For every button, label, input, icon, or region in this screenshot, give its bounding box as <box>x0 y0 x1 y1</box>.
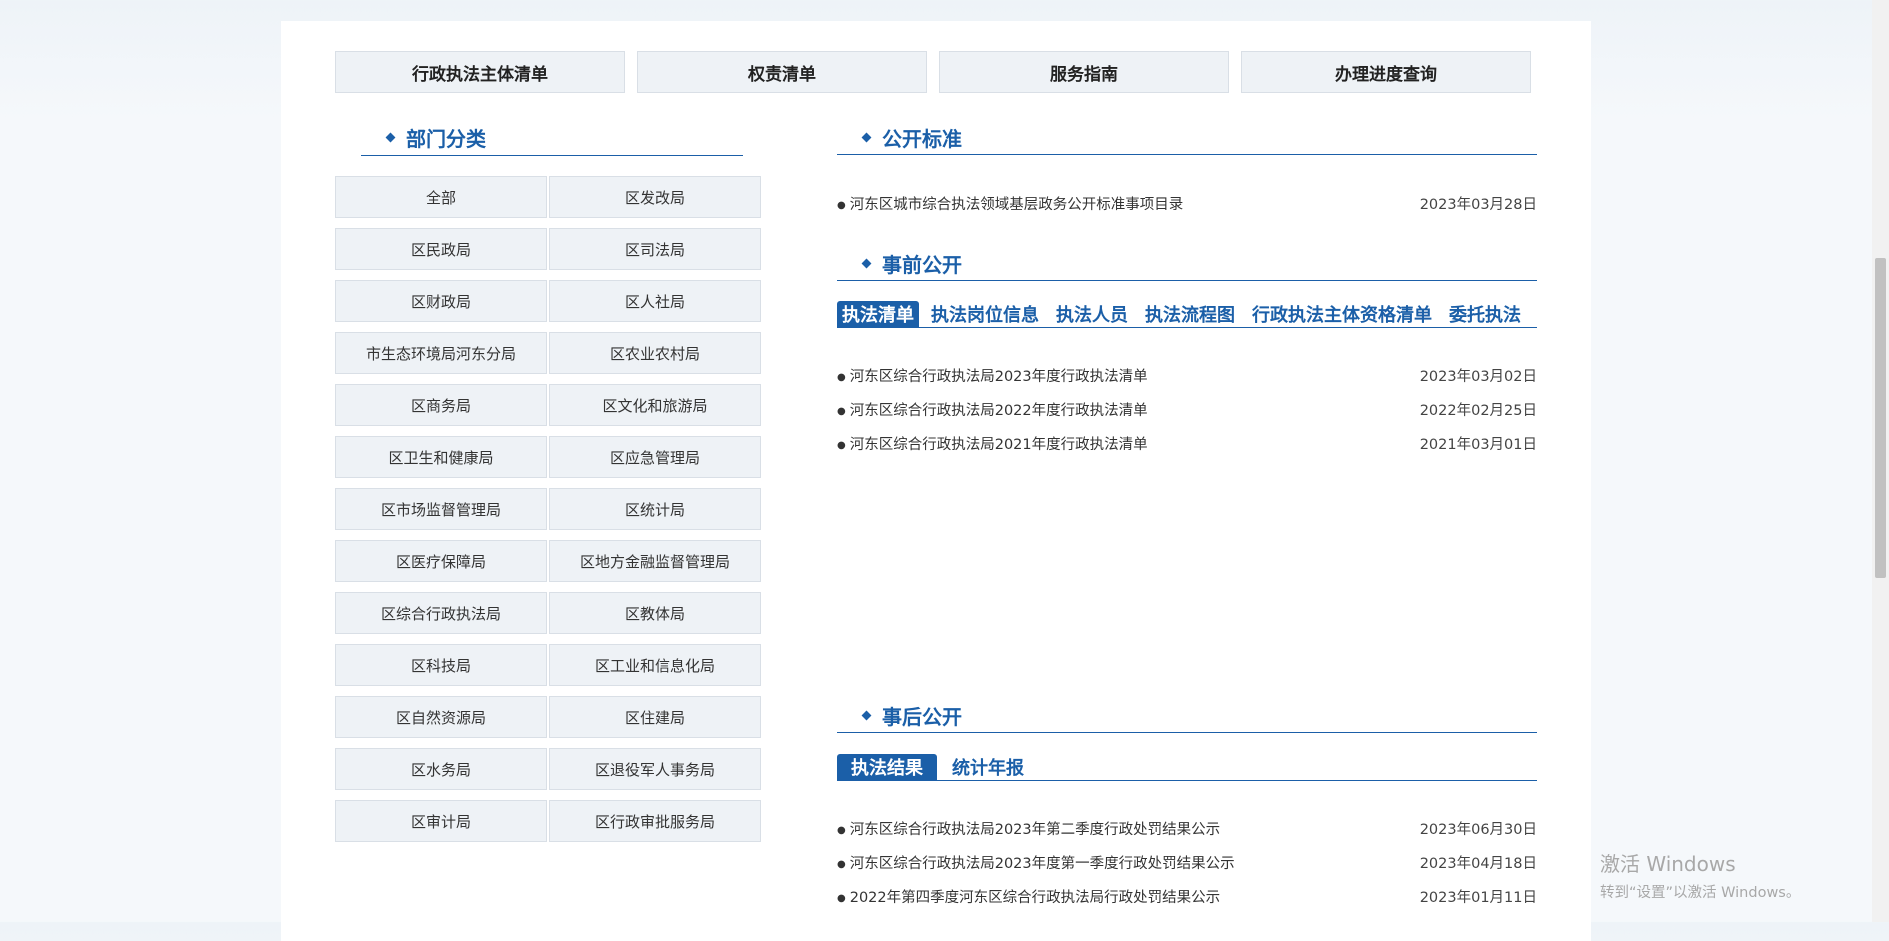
dept-button[interactable]: 区退役军人事务局 <box>549 748 761 790</box>
dept-button[interactable]: 区文化和旅游局 <box>549 384 761 426</box>
dept-button[interactable]: 区水务局 <box>335 748 547 790</box>
list-item-date: 2021年03月01日 <box>1419 436 1537 453</box>
standard-section-title: 公开标准 <box>861 122 962 152</box>
standard-title-text: 公开标准 <box>882 126 962 151</box>
diamond-icon <box>385 132 396 142</box>
post-list: 河东区综合行政执法局2023年第二季度行政处罚结果公示 2023年06月30日 … <box>837 811 1537 913</box>
diamond-icon <box>861 710 872 720</box>
dept-button[interactable]: 区住建局 <box>549 696 761 738</box>
nav-power-responsibility-list[interactable]: 权责清单 <box>637 51 927 93</box>
post-tabs: 执法结果 统计年报 <box>837 754 1039 780</box>
list-item-title[interactable]: 河东区城市综合执法领域基层政务公开标准事项目录 <box>837 193 1184 214</box>
standard-list: 河东区城市综合执法领域基层政务公开标准事项目录 2023年03月28日 <box>837 186 1537 220</box>
dept-button[interactable]: 区发改局 <box>549 176 761 218</box>
dept-title-text: 部门分类 <box>406 126 486 151</box>
list-item-date: 2023年06月30日 <box>1419 821 1537 838</box>
dept-button[interactable]: 区统计局 <box>549 488 761 530</box>
post-title-underline <box>837 732 1537 733</box>
top-navigation: 行政执法主体清单 权责清单 服务指南 办理进度查询 <box>335 51 1533 93</box>
list-item-title[interactable]: 河东区综合行政执法局2023年度第一季度行政处罚结果公示 <box>837 852 1235 873</box>
list-item[interactable]: 2022年第四季度河东区综合行政执法局行政处罚结果公示 2023年01月11日 <box>837 879 1537 913</box>
post-tabs-underline <box>837 780 1537 781</box>
prior-section-title: 事前公开 <box>861 248 962 278</box>
dept-button[interactable]: 区财政局 <box>335 280 547 322</box>
dept-button[interactable]: 区审计局 <box>335 800 547 842</box>
list-item[interactable]: 河东区综合行政执法局2021年度行政执法清单 2021年03月01日 <box>837 426 1537 460</box>
list-item-date: 2023年03月28日 <box>1419 196 1537 213</box>
list-item-title[interactable]: 河东区综合行政执法局2023年第二季度行政处罚结果公示 <box>837 818 1220 839</box>
dept-button[interactable]: 区教体局 <box>549 592 761 634</box>
list-item-title[interactable]: 河东区综合行政执法局2022年度行政执法清单 <box>837 399 1148 420</box>
dept-button[interactable]: 区工业和信息化局 <box>549 644 761 686</box>
list-item-title[interactable]: 2022年第四季度河东区综合行政执法局行政处罚结果公示 <box>837 886 1220 907</box>
list-item[interactable]: 河东区综合行政执法局2023年第二季度行政处罚结果公示 2023年06月30日 <box>837 811 1537 845</box>
dept-button[interactable]: 全部 <box>335 176 547 218</box>
diamond-icon <box>861 258 872 268</box>
standard-title-underline <box>837 154 1537 155</box>
prior-title-text: 事前公开 <box>882 252 962 277</box>
nav-enforcement-subject-list[interactable]: 行政执法主体清单 <box>335 51 625 93</box>
main-panel: 行政执法主体清单 权责清单 服务指南 办理进度查询 部门分类 全部 区发改局 区… <box>281 21 1591 941</box>
list-item-title[interactable]: 河东区综合行政执法局2021年度行政执法清单 <box>837 433 1148 454</box>
list-item[interactable]: 河东区综合行政执法局2023年度行政执法清单 2023年03月02日 <box>837 358 1537 392</box>
list-item-title[interactable]: 河东区综合行政执法局2023年度行政执法清单 <box>837 365 1148 386</box>
list-item-date: 2023年04月18日 <box>1419 855 1537 872</box>
list-item-date: 2022年02月25日 <box>1419 402 1537 419</box>
post-section-title: 事后公开 <box>861 700 962 730</box>
dept-button[interactable]: 区卫生和健康局 <box>335 436 547 478</box>
prior-tabs-underline <box>837 327 1537 328</box>
prior-title-underline <box>837 280 1537 281</box>
dept-title-underline <box>361 155 743 156</box>
dept-button[interactable]: 区行政审批服务局 <box>549 800 761 842</box>
dept-button[interactable]: 区自然资源局 <box>335 696 547 738</box>
list-item[interactable]: 河东区综合行政执法局2022年度行政执法清单 2022年02月25日 <box>837 392 1537 426</box>
dept-button[interactable]: 区商务局 <box>335 384 547 426</box>
watermark-line1: 激活 Windows <box>1600 852 1736 876</box>
dept-button[interactable]: 区民政局 <box>335 228 547 270</box>
dept-button[interactable]: 区地方金融监督管理局 <box>549 540 761 582</box>
prior-tabs: 执法清单 执法岗位信息 执法人员 执法流程图 行政执法主体资格清单 委托执法 <box>837 301 1533 327</box>
list-item[interactable]: 河东区综合行政执法局2023年度第一季度行政处罚结果公示 2023年04月18日 <box>837 845 1537 879</box>
nav-progress-query[interactable]: 办理进度查询 <box>1241 51 1531 93</box>
watermark-line2: 转到“设置”以激活 Windows。 <box>1600 885 1801 901</box>
dept-button[interactable]: 区市场监督管理局 <box>335 488 547 530</box>
nav-service-guide[interactable]: 服务指南 <box>939 51 1229 93</box>
tab-subject-qualification-list[interactable]: 行政执法主体资格清单 <box>1247 301 1437 327</box>
tab-enforcement-staff[interactable]: 执法人员 <box>1051 301 1133 327</box>
diamond-icon <box>861 132 872 142</box>
dept-button[interactable]: 区综合行政执法局 <box>335 592 547 634</box>
scrollbar-thumb[interactable] <box>1875 258 1886 578</box>
dept-button[interactable]: 区应急管理局 <box>549 436 761 478</box>
tab-enforcement-results[interactable]: 执法结果 <box>837 754 937 780</box>
dept-button[interactable]: 区人社局 <box>549 280 761 322</box>
dept-button[interactable]: 区司法局 <box>549 228 761 270</box>
dept-button[interactable]: 市生态环境局河东分局 <box>335 332 547 374</box>
windows-activation-watermark: 激活 Windows 转到“设置”以激活 Windows。 <box>1600 848 1800 902</box>
tab-entrusted-enforcement[interactable]: 委托执法 <box>1444 301 1526 327</box>
tab-flowchart[interactable]: 执法流程图 <box>1140 301 1240 327</box>
tab-post-info[interactable]: 执法岗位信息 <box>926 301 1044 327</box>
post-title-text: 事后公开 <box>882 704 962 729</box>
dept-button[interactable]: 区医疗保障局 <box>335 540 547 582</box>
list-item-date: 2023年03月02日 <box>1419 368 1537 385</box>
list-item-date: 2023年01月11日 <box>1419 889 1537 906</box>
prior-list: 河东区综合行政执法局2023年度行政执法清单 2023年03月02日 河东区综合… <box>837 358 1537 460</box>
tab-enforcement-list[interactable]: 执法清单 <box>837 301 919 327</box>
dept-section-title: 部门分类 <box>385 122 486 152</box>
dept-button[interactable]: 区科技局 <box>335 644 547 686</box>
dept-button[interactable]: 区农业农村局 <box>549 332 761 374</box>
list-item[interactable]: 河东区城市综合执法领域基层政务公开标准事项目录 2023年03月28日 <box>837 186 1537 220</box>
tab-annual-statistics[interactable]: 统计年报 <box>944 754 1032 780</box>
